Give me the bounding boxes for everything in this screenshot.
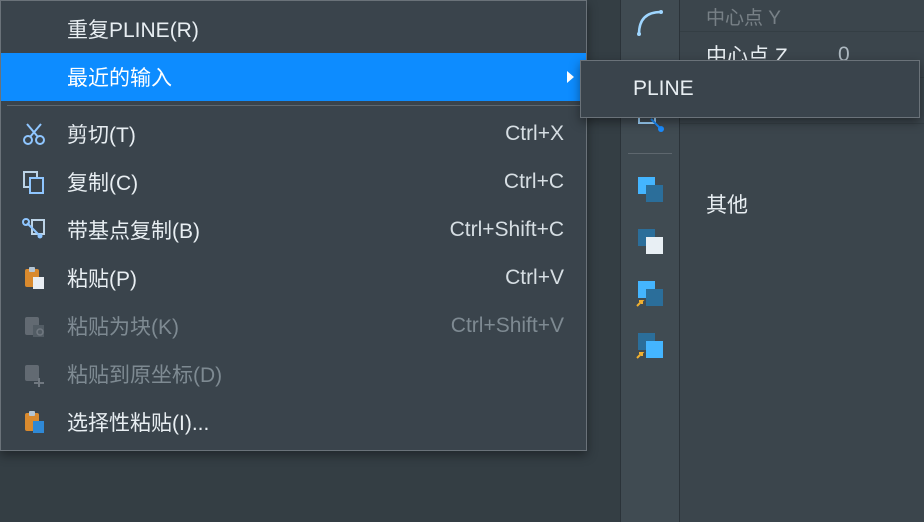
- menu-item-paste-as-block: 粘贴为块(K) Ctrl+Shift+V: [1, 302, 586, 350]
- scissors-icon: [1, 110, 67, 158]
- menu-item-paste-special[interactable]: 选择性粘贴(I)...: [1, 398, 586, 446]
- menu-label: 粘贴为块(K): [67, 311, 451, 341]
- copy-icon: [1, 158, 67, 206]
- paste-block-icon: [1, 302, 67, 350]
- shortcut-label: Ctrl+V: [505, 266, 564, 290]
- menu-label: 重复PLINE(R): [67, 14, 564, 44]
- recent-input-submenu: PLINE: [580, 60, 920, 118]
- paste-special-icon: [1, 398, 67, 446]
- arc-icon[interactable]: [628, 2, 672, 44]
- menu-label: 带基点复制(B): [67, 215, 450, 245]
- menu-label: 最近的输入: [67, 62, 564, 92]
- menu-item-copy-basepoint[interactable]: 带基点复制(B) Ctrl+Shift+C: [1, 206, 586, 254]
- blank-icon: [1, 5, 67, 53]
- send-below-icon[interactable]: [628, 324, 672, 366]
- property-row-center-y[interactable]: 中心点 Y: [680, 2, 924, 32]
- menu-item-paste-orig-coords: 粘贴到原坐标(D): [1, 350, 586, 398]
- bring-front-icon[interactable]: [628, 168, 672, 210]
- menu-item-paste[interactable]: 粘贴(P) Ctrl+V: [1, 254, 586, 302]
- menu-item-repeat-pline[interactable]: 重复PLINE(R): [1, 5, 586, 53]
- copy-basepoint-icon: [1, 206, 67, 254]
- menu-separator: [7, 105, 580, 106]
- bring-above-icon[interactable]: [628, 272, 672, 314]
- menu-item-recent-input[interactable]: 最近的输入: [1, 53, 586, 101]
- menu-label: 粘贴到原坐标(D): [67, 359, 564, 389]
- blank-icon: [1, 53, 67, 101]
- submenu-item-pline[interactable]: PLINE: [581, 65, 919, 113]
- property-section-other[interactable]: 其他: [680, 176, 924, 232]
- shortcut-label: Ctrl+X: [505, 122, 564, 146]
- shortcut-label: Ctrl+Shift+C: [450, 218, 564, 242]
- menu-item-copy[interactable]: 复制(C) Ctrl+C: [1, 158, 586, 206]
- menu-label: 复制(C): [67, 167, 504, 197]
- menu-label: PLINE: [627, 77, 897, 101]
- menu-label: 剪切(T): [67, 119, 505, 149]
- chevron-right-icon: [567, 71, 574, 83]
- menu-label: 粘贴(P): [67, 263, 505, 293]
- property-label: 中心点 Y: [680, 3, 838, 30]
- menu-item-cut[interactable]: 剪切(T) Ctrl+X: [1, 110, 586, 158]
- menu-label: 选择性粘贴(I)...: [67, 407, 564, 437]
- send-back-icon[interactable]: [628, 220, 672, 262]
- paste-icon: [1, 254, 67, 302]
- context-menu: 重复PLINE(R) 最近的输入 剪切(T) Ctrl+X 复制(C) Ctrl…: [0, 0, 587, 451]
- shortcut-label: Ctrl+Shift+V: [451, 314, 564, 338]
- shortcut-label: Ctrl+C: [504, 170, 564, 194]
- section-label: 其他: [706, 189, 748, 219]
- paste-origin-icon: [1, 350, 67, 398]
- blank-icon: [581, 65, 627, 113]
